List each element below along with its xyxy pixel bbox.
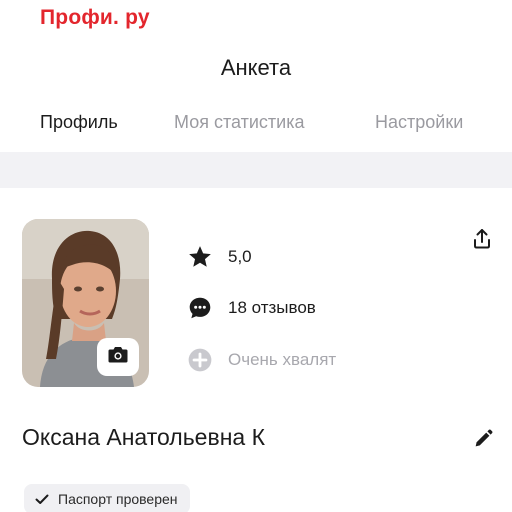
profile-name: Оксана Анатольевна К	[22, 424, 265, 450]
tab-settings[interactable]: Настройки	[375, 112, 463, 133]
upload-icon[interactable]	[470, 227, 494, 251]
profile-tabs: Профиль Моя статистика Настройки	[0, 112, 512, 138]
chat-bubble-icon	[186, 294, 214, 322]
plus-circle-icon	[186, 346, 214, 374]
page-title: Анкета	[220, 55, 292, 80]
rating-value: 5,0	[228, 247, 252, 266]
rating-stat: 5,0	[186, 243, 252, 271]
verified-label: Паспорт проверен	[58, 491, 178, 507]
section-divider	[0, 152, 512, 188]
tab-profile[interactable]: Профиль	[40, 112, 118, 133]
reviews-count: 18 отзывов	[228, 298, 316, 317]
verified-badge: Паспорт проверен	[24, 484, 190, 512]
praise-stat: Очень хвалят	[186, 346, 336, 374]
reviews-stat[interactable]: 18 отзывов	[186, 294, 316, 322]
brand-logo[interactable]: Профи. ру	[40, 6, 150, 30]
praise-label: Очень хвалят	[228, 350, 337, 369]
tab-statistics[interactable]: Моя статистика	[174, 112, 305, 133]
pencil-icon[interactable]	[472, 428, 494, 450]
star-icon	[186, 243, 214, 271]
check-icon	[34, 490, 52, 508]
change-photo-button[interactable]	[97, 338, 139, 376]
camera-icon	[108, 346, 128, 368]
